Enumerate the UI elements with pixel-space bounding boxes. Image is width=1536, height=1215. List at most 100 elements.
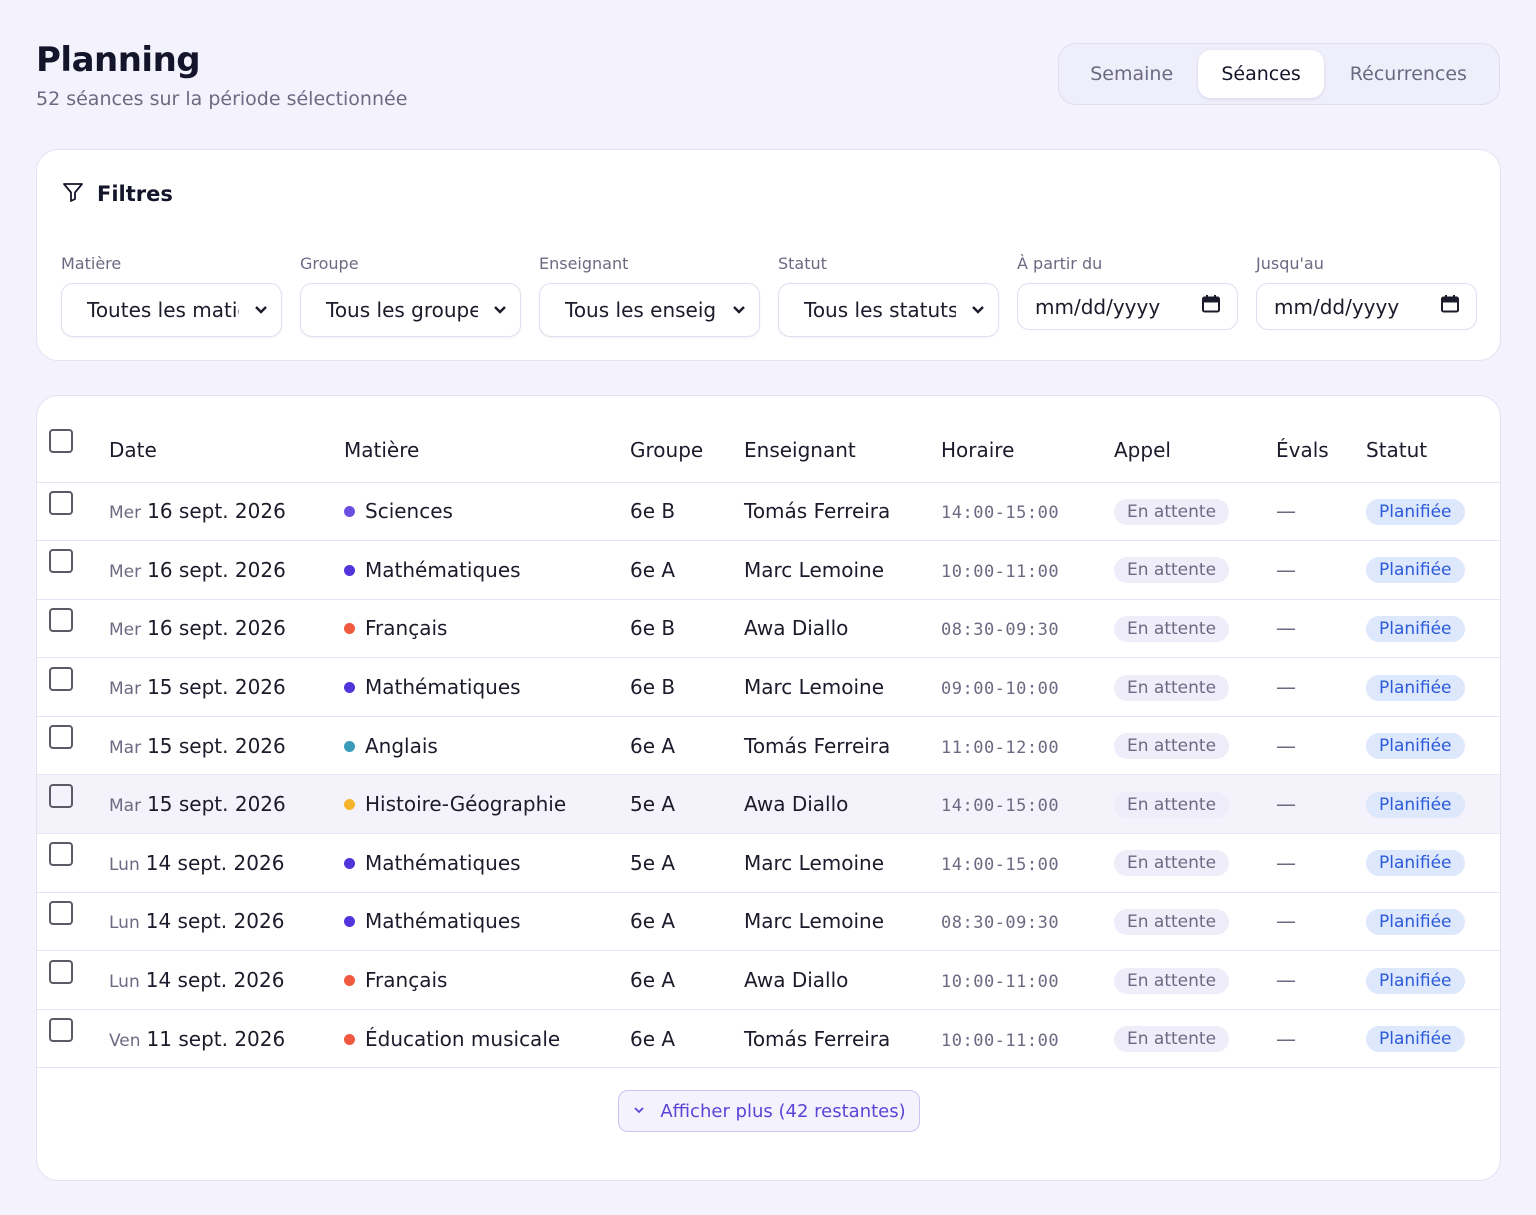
day-label: Lun xyxy=(109,854,140,875)
table-row[interactable]: Mer 16 sept. 2026 Mathématiques 6e A Marc Le… xyxy=(37,541,1500,600)
col-evals[interactable]: Évals xyxy=(1276,396,1366,483)
statut-select[interactable]: Tous les statuts xyxy=(778,283,999,337)
subject-cell: Sciences xyxy=(344,482,630,541)
teacher-cell: Marc Lemoine xyxy=(744,557,884,582)
col-statut[interactable]: Statut xyxy=(1366,396,1500,483)
evals-empty: — xyxy=(1276,909,1296,934)
from-date-placeholder: mm/dd/yyyy xyxy=(1035,294,1161,319)
select-all-checkbox[interactable] xyxy=(49,428,73,453)
chevron-down-icon xyxy=(731,298,747,322)
time-cell: 09:00-10:00 xyxy=(941,658,1114,717)
day-label: Ven xyxy=(109,1030,141,1051)
appel-badge: En attente xyxy=(1114,791,1230,818)
teacher-cell: Awa Diallo xyxy=(744,616,849,641)
table-row[interactable]: Lun 14 sept. 2026 Mathématiques 6e A Marc Le… xyxy=(37,892,1500,951)
subject-color-dot xyxy=(344,975,355,987)
row-select-cell xyxy=(37,541,109,600)
filter-matiere-label: Matière xyxy=(61,254,122,273)
table-row[interactable]: Mer 16 sept. 2026 Sciences 6e B Tomás Ferrei… xyxy=(37,482,1500,541)
matiere-select[interactable]: Toutes les matières xyxy=(61,283,282,337)
row-select-cell xyxy=(37,775,109,834)
time-cell: 10:00-11:00 xyxy=(941,951,1114,1010)
status-badge: Planifiée xyxy=(1366,733,1465,760)
from-date-input[interactable]: mm/dd/yyyy xyxy=(1017,283,1238,330)
row-select-cell xyxy=(37,1009,109,1068)
table-row[interactable]: Mar 15 sept. 2026 Histoire-Géographie 5e A A… xyxy=(37,774,1500,834)
row-checkbox[interactable] xyxy=(49,1018,73,1043)
col-appel[interactable]: Appel xyxy=(1114,396,1276,483)
tab-seances[interactable]: Séances xyxy=(1198,50,1324,98)
subject-color-dot xyxy=(344,682,355,694)
table-row[interactable]: Ven 11 sept. 2026 Éducation musicale 6e A To… xyxy=(37,1009,1500,1068)
time-label: 14:00-15:00 xyxy=(941,854,1060,875)
row-checkbox[interactable] xyxy=(49,549,73,574)
groupe-select[interactable]: Tous les groupes xyxy=(300,283,521,337)
group-cell: 6e A xyxy=(630,733,676,758)
row-checkbox[interactable] xyxy=(49,666,73,691)
filter-from-label: À partir du xyxy=(1017,254,1103,273)
row-checkbox[interactable] xyxy=(49,725,73,750)
filters-panel: Filtres Matière Toutes les matières Grou… xyxy=(36,149,1501,361)
date-label: 11 sept. 2026 xyxy=(146,1026,286,1051)
row-checkbox[interactable] xyxy=(49,783,73,808)
enseignant-select[interactable]: Tous les enseignants xyxy=(539,283,760,337)
date-cell: Mar 15 sept. 2026 xyxy=(109,716,344,775)
show-more-button[interactable]: Afficher plus (42 restantes) xyxy=(618,1090,920,1132)
appel-badge: En attente xyxy=(1114,557,1230,584)
time-cell: 10:00-11:00 xyxy=(941,1009,1114,1068)
col-groupe[interactable]: Groupe xyxy=(630,396,744,483)
status-badge: Planifiée xyxy=(1366,1026,1465,1053)
filter-from: À partir du mm/dd/yyyy xyxy=(1017,254,1238,330)
row-checkbox[interactable] xyxy=(49,490,73,515)
table-row[interactable]: Mar 15 sept. 2026 Anglais 6e A Tomás Ferreir… xyxy=(37,716,1500,775)
appel-cell: En attente xyxy=(1114,834,1276,893)
row-checkbox[interactable] xyxy=(49,900,73,925)
day-label: Mar xyxy=(109,679,142,700)
table-row[interactable]: Mar 15 sept. 2026 Mathématiques 6e B Marc Le… xyxy=(37,658,1500,717)
time-cell: 08:30-09:30 xyxy=(941,892,1114,951)
time-label: 14:00-15:00 xyxy=(941,796,1060,817)
row-select-cell xyxy=(37,658,109,717)
subject-cell: Éducation musicale xyxy=(344,1009,630,1068)
calendar-icon[interactable] xyxy=(1201,294,1221,319)
calendar-icon[interactable] xyxy=(1440,294,1460,319)
status-badge: Planifiée xyxy=(1366,498,1465,525)
filter-icon xyxy=(61,180,85,208)
day-label: Lun xyxy=(109,972,140,993)
to-date-input[interactable]: mm/dd/yyyy xyxy=(1256,283,1477,330)
matiere-select-value: Toutes les matières xyxy=(87,298,239,322)
col-date[interactable]: Date xyxy=(109,396,344,483)
col-horaire[interactable]: Horaire xyxy=(941,396,1114,483)
evals-empty: — xyxy=(1276,1026,1296,1051)
sessions-table-card: Date Matière Groupe Enseignant Horaire A… xyxy=(36,395,1501,1181)
col-enseignant[interactable]: Enseignant xyxy=(744,396,941,483)
tab-recurrences[interactable]: Récurrences xyxy=(1324,50,1493,98)
chevron-down-icon xyxy=(632,1101,646,1122)
date-label: 15 sept. 2026 xyxy=(147,675,286,700)
table-row[interactable]: Lun 14 sept. 2026 Français 6e A Awa Diallo 10… xyxy=(37,951,1500,1010)
evals-cell: — xyxy=(1276,775,1366,834)
subject-cell: Mathématiques xyxy=(344,892,630,951)
row-checkbox[interactable] xyxy=(49,607,73,632)
status-cell: Planifiée xyxy=(1366,541,1500,600)
statut-select-value: Tous les statuts xyxy=(804,298,956,322)
status-cell: Planifiée xyxy=(1366,834,1500,893)
appel-cell: En attente xyxy=(1114,775,1276,834)
date-cell: Ven 11 sept. 2026 xyxy=(109,1009,344,1068)
evals-empty: — xyxy=(1276,968,1296,993)
time-label: 09:00-10:00 xyxy=(941,679,1060,700)
teacher-cell: Marc Lemoine xyxy=(744,850,884,875)
group-cell: 6e B xyxy=(630,675,676,700)
table-row[interactable]: Lun 14 sept. 2026 Mathématiques 5e A Marc Le… xyxy=(37,834,1500,893)
col-matiere[interactable]: Matière xyxy=(344,396,630,483)
subject-color-dot xyxy=(344,623,355,635)
table-row[interactable]: Mer 16 sept. 2026 Français 6e B Awa Diallo 08… xyxy=(37,599,1500,658)
row-checkbox[interactable] xyxy=(49,959,73,984)
row-select-cell xyxy=(37,482,109,541)
time-cell: 11:00-12:00 xyxy=(941,716,1114,775)
tab-semaine[interactable]: Semaine xyxy=(1065,50,1198,98)
page-title: Planning xyxy=(36,40,201,80)
evals-empty: — xyxy=(1276,675,1296,700)
subject-cell: Mathématiques xyxy=(344,834,630,893)
row-checkbox[interactable] xyxy=(49,842,73,867)
